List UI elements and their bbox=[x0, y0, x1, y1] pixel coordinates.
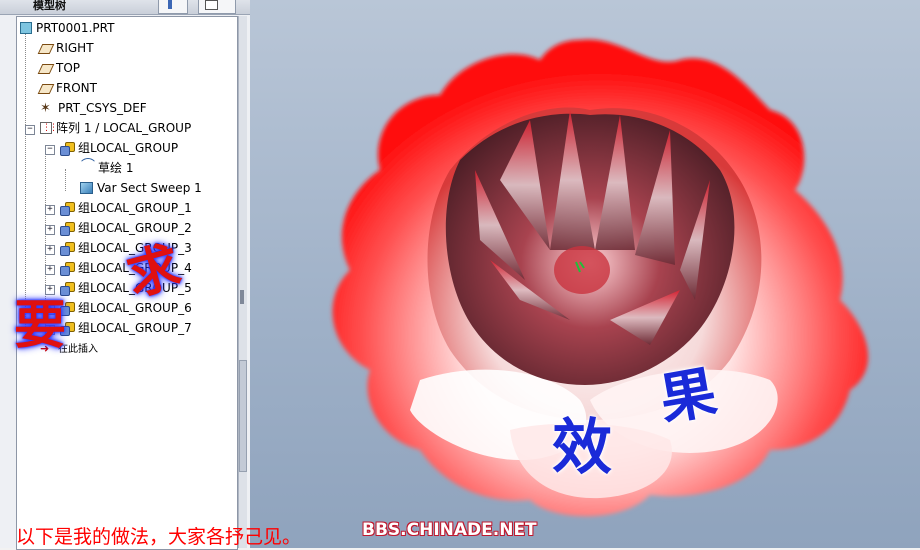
part-icon bbox=[20, 22, 32, 34]
tree-item[interactable]: Var Sect Sweep 1 bbox=[80, 179, 202, 198]
tree-connector bbox=[65, 169, 66, 191]
tree-item[interactable]: 组LOCAL_GROUP bbox=[60, 139, 178, 158]
tree-item-label: RIGHT bbox=[56, 41, 94, 55]
expand-toggle[interactable]: + bbox=[45, 205, 55, 215]
datum-plane-icon bbox=[37, 44, 55, 54]
group-icon bbox=[60, 262, 75, 276]
flower-center bbox=[554, 246, 610, 294]
caption-text: 以下是我的做法，大家各抒己见。 bbox=[16, 526, 302, 548]
tree-connector bbox=[25, 29, 26, 331]
tree-item-label: TOP bbox=[56, 61, 81, 75]
expand-toggle[interactable]: + bbox=[45, 225, 55, 235]
tree-item-label: PRT0001.PRT bbox=[36, 21, 115, 35]
tree-item[interactable]: 组LOCAL_GROUP_2 bbox=[60, 219, 192, 238]
pattern-icon bbox=[40, 119, 56, 138]
group-icon bbox=[60, 222, 75, 236]
tree-settings-button[interactable] bbox=[198, 0, 236, 14]
expand-toggle[interactable]: + bbox=[45, 285, 55, 295]
model-tree-panel: 模型树 PRT0001.PRT RIGHT TOP FRONT PRT_CSYS… bbox=[0, 0, 251, 550]
datum-plane-icon bbox=[37, 84, 55, 94]
show-dropdown-icon bbox=[168, 0, 172, 9]
collapse-toggle[interactable]: − bbox=[25, 125, 35, 135]
tree-scrollbar-thumb[interactable] bbox=[239, 360, 247, 472]
tree-item[interactable]: PRT0001.PRT bbox=[20, 19, 114, 38]
csys-icon bbox=[40, 99, 54, 118]
group-icon bbox=[60, 242, 75, 256]
tree-item[interactable]: 草绘 1 bbox=[80, 157, 134, 178]
tree-item-label: 组LOCAL_GROUP_2 bbox=[78, 221, 192, 235]
tree-item[interactable]: 阵列 1 / LOCAL_GROUP bbox=[40, 119, 191, 138]
tree-item-label: Var Sect Sweep 1 bbox=[97, 181, 202, 195]
tree-item-label: 草绘 1 bbox=[98, 161, 134, 175]
model-tree-header: 模型树 bbox=[0, 0, 250, 15]
tree-item[interactable]: 组LOCAL_GROUP_7 bbox=[60, 319, 192, 338]
sweep-icon bbox=[80, 182, 93, 194]
expand-toggle[interactable]: + bbox=[45, 245, 55, 255]
tree-item-label: PRT_CSYS_DEF bbox=[58, 101, 147, 115]
tree-item[interactable]: 组LOCAL_GROUP_1 bbox=[60, 199, 192, 218]
tree-item-label: 阵列 1 / LOCAL_GROUP bbox=[56, 121, 192, 135]
show-settings-button[interactable] bbox=[158, 0, 188, 14]
tree-item-label: 组LOCAL_GROUP bbox=[78, 141, 179, 155]
overlay-char-yao: 要 bbox=[14, 295, 67, 356]
tree-item[interactable]: PRT_CSYS_DEF bbox=[40, 99, 147, 118]
splitter-grip[interactable] bbox=[240, 290, 244, 304]
tree-item-label: 组LOCAL_GROUP_1 bbox=[78, 201, 192, 215]
overlay-char-guo: 果 bbox=[654, 358, 722, 434]
tree-item[interactable]: RIGHT bbox=[37, 39, 94, 58]
overlay-char-xiao: 效 bbox=[552, 413, 612, 483]
datum-plane-icon bbox=[37, 64, 55, 74]
group-icon bbox=[60, 202, 75, 216]
tree-settings-icon bbox=[205, 0, 218, 10]
tree-item[interactable]: FRONT bbox=[37, 79, 97, 98]
group-icon bbox=[60, 142, 75, 156]
tree-item[interactable]: TOP bbox=[37, 59, 81, 78]
collapse-toggle[interactable]: − bbox=[45, 145, 55, 155]
tree-item-label: FRONT bbox=[56, 81, 97, 95]
forum-watermark: BBS.CHINADE.NET bbox=[362, 520, 537, 540]
group-icon bbox=[60, 282, 75, 296]
expand-toggle[interactable]: + bbox=[45, 265, 55, 275]
tree-item[interactable]: 组LOCAL_GROUP_6 bbox=[60, 299, 192, 318]
sketch-icon bbox=[80, 157, 95, 176]
model-tree-title: 模型树 bbox=[33, 0, 66, 12]
tree-item-label: 组LOCAL_GROUP_7 bbox=[78, 321, 192, 335]
